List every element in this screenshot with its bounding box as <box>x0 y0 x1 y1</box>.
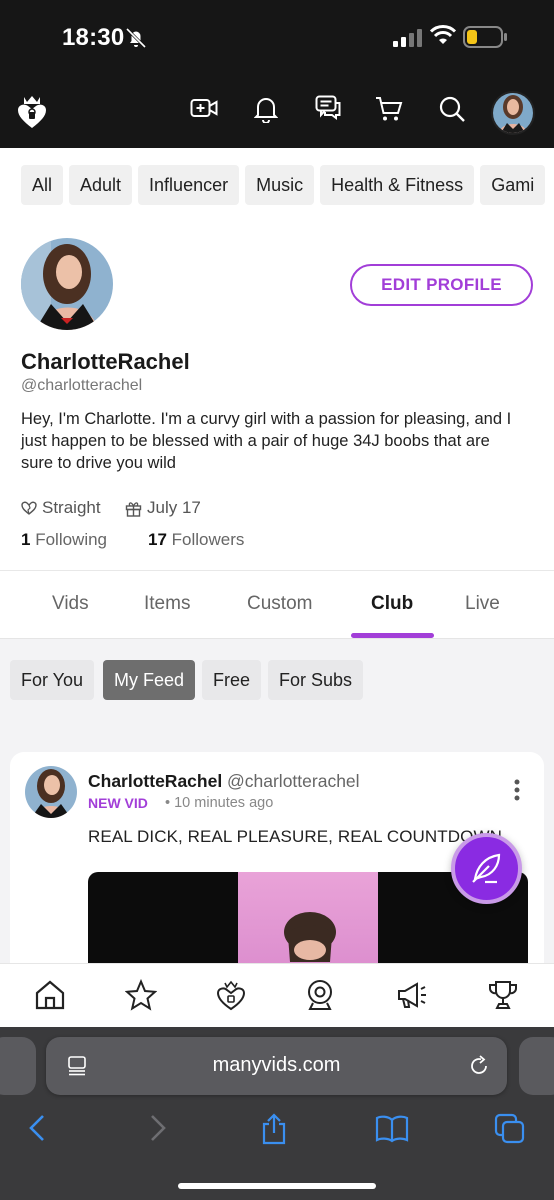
orientation-info: Straight <box>21 498 101 518</box>
following-label: Following <box>35 530 108 549</box>
chat-icon[interactable] <box>315 95 341 121</box>
status-time: 18:30 <box>62 24 125 51</box>
quill-icon <box>472 853 501 884</box>
search-icon[interactable] <box>438 95 466 123</box>
category-chip-gaming[interactable]: Gami <box>480 165 546 205</box>
reload-icon[interactable] <box>468 1055 490 1077</box>
battery-icon <box>463 26 507 48</box>
cart-icon[interactable] <box>375 95 403 123</box>
category-chip-all[interactable]: All <box>21 165 64 205</box>
category-chips: All Adult Influencer Music Health & Fitness G… <box>21 165 551 205</box>
wifi-icon <box>430 25 456 44</box>
category-chip-influencer[interactable]: Influencer <box>138 165 240 205</box>
post-time-text: 10 minutes ago <box>174 795 274 811</box>
logo-icon[interactable] <box>18 95 46 129</box>
bottom-navigation <box>0 963 554 1027</box>
tab-club[interactable]: Club <box>371 593 413 615</box>
browser-toolbar: manyvids.com <box>0 1027 554 1200</box>
post-time-separator: • <box>165 795 171 811</box>
followers-label: Followers <box>171 530 245 549</box>
followers-link[interactable]: 17 Followers <box>148 530 244 550</box>
post-badge: NEW VID <box>88 795 148 811</box>
filter-my-feed[interactable]: My Feed <box>103 660 196 700</box>
more-options-icon[interactable] <box>513 778 521 802</box>
home-indicator <box>178 1183 376 1189</box>
tab-items[interactable]: Items <box>144 593 190 615</box>
followers-count: 17 <box>148 530 167 549</box>
following-count: 1 <box>21 530 31 549</box>
edit-profile-button[interactable]: EDIT PROFILE <box>350 264 533 306</box>
profile-bio: Hey, I'm Charlotte. I'm a curvy girl wit… <box>21 410 512 472</box>
orientation-label: Straight <box>42 498 101 517</box>
address-bar[interactable]: manyvids.com <box>46 1037 507 1095</box>
previous-tab-pill[interactable] <box>0 1037 36 1095</box>
share-icon[interactable] <box>260 1113 288 1145</box>
trophy-icon[interactable] <box>487 979 519 1011</box>
tabs-icon[interactable] <box>494 1113 526 1145</box>
video-frame <box>238 872 378 963</box>
post-author-name[interactable]: CharlotteRachel <box>88 771 222 792</box>
create-post-button[interactable] <box>451 833 522 904</box>
category-chip-health-fitness[interactable]: Health & Fitness <box>320 165 475 205</box>
url-text: manyvids.com <box>212 1054 341 1076</box>
post-text: REAL DICK, REAL PLEASURE, REAL COUNTDOWN <box>88 827 502 846</box>
heart-split-icon <box>21 501 37 515</box>
home-icon[interactable] <box>34 979 66 1011</box>
avatar[interactable] <box>491 91 535 135</box>
post-time: • 10 minutes ago <box>165 795 273 811</box>
profile-tabs: Vids Items Custom Club Live <box>0 571 554 639</box>
bookmarks-icon[interactable] <box>375 1113 409 1143</box>
birthday-info: July 17 <box>125 498 201 518</box>
back-icon[interactable] <box>27 1113 47 1143</box>
video-add-icon[interactable] <box>190 95 218 121</box>
category-chip-music[interactable]: Music <box>245 165 315 205</box>
bell-icon[interactable] <box>254 95 278 123</box>
signal-icon <box>393 29 422 47</box>
club-feed: For You My Feed Free For Subs CharlotteR… <box>0 639 554 963</box>
tab-live[interactable]: Live <box>465 593 500 615</box>
profile-content: All Adult Influencer Music Health & Fitness G… <box>0 148 554 963</box>
post-author-handle[interactable]: @charlotterachel <box>227 771 360 792</box>
birthday-label: July 17 <box>147 498 201 517</box>
tab-vids[interactable]: Vids <box>52 593 89 615</box>
star-icon[interactable] <box>125 979 157 1011</box>
app-header: 18:30 <box>0 0 554 148</box>
mute-bell-icon <box>125 27 147 49</box>
category-chip-adult[interactable]: Adult <box>69 165 133 205</box>
profile-name: CharlotteRachel <box>21 349 190 374</box>
megaphone-icon[interactable] <box>396 979 428 1011</box>
tab-custom[interactable]: Custom <box>247 593 312 615</box>
forward-icon[interactable] <box>148 1113 168 1143</box>
profile-handle: @charlotterachel <box>21 377 143 394</box>
lock-heart-icon[interactable] <box>216 979 246 1011</box>
filter-for-you[interactable]: For You <box>10 660 95 700</box>
following-link[interactable]: 1 Following <box>21 530 107 550</box>
filter-for-subs[interactable]: For Subs <box>268 660 364 700</box>
next-tab-pill[interactable] <box>519 1037 554 1095</box>
filter-free[interactable]: Free <box>202 660 262 700</box>
profile-avatar[interactable] <box>21 238 113 330</box>
webcam-icon[interactable] <box>305 979 335 1011</box>
gift-icon <box>125 501 142 517</box>
active-tab-indicator <box>351 633 434 638</box>
post-author-avatar[interactable] <box>25 766 77 818</box>
